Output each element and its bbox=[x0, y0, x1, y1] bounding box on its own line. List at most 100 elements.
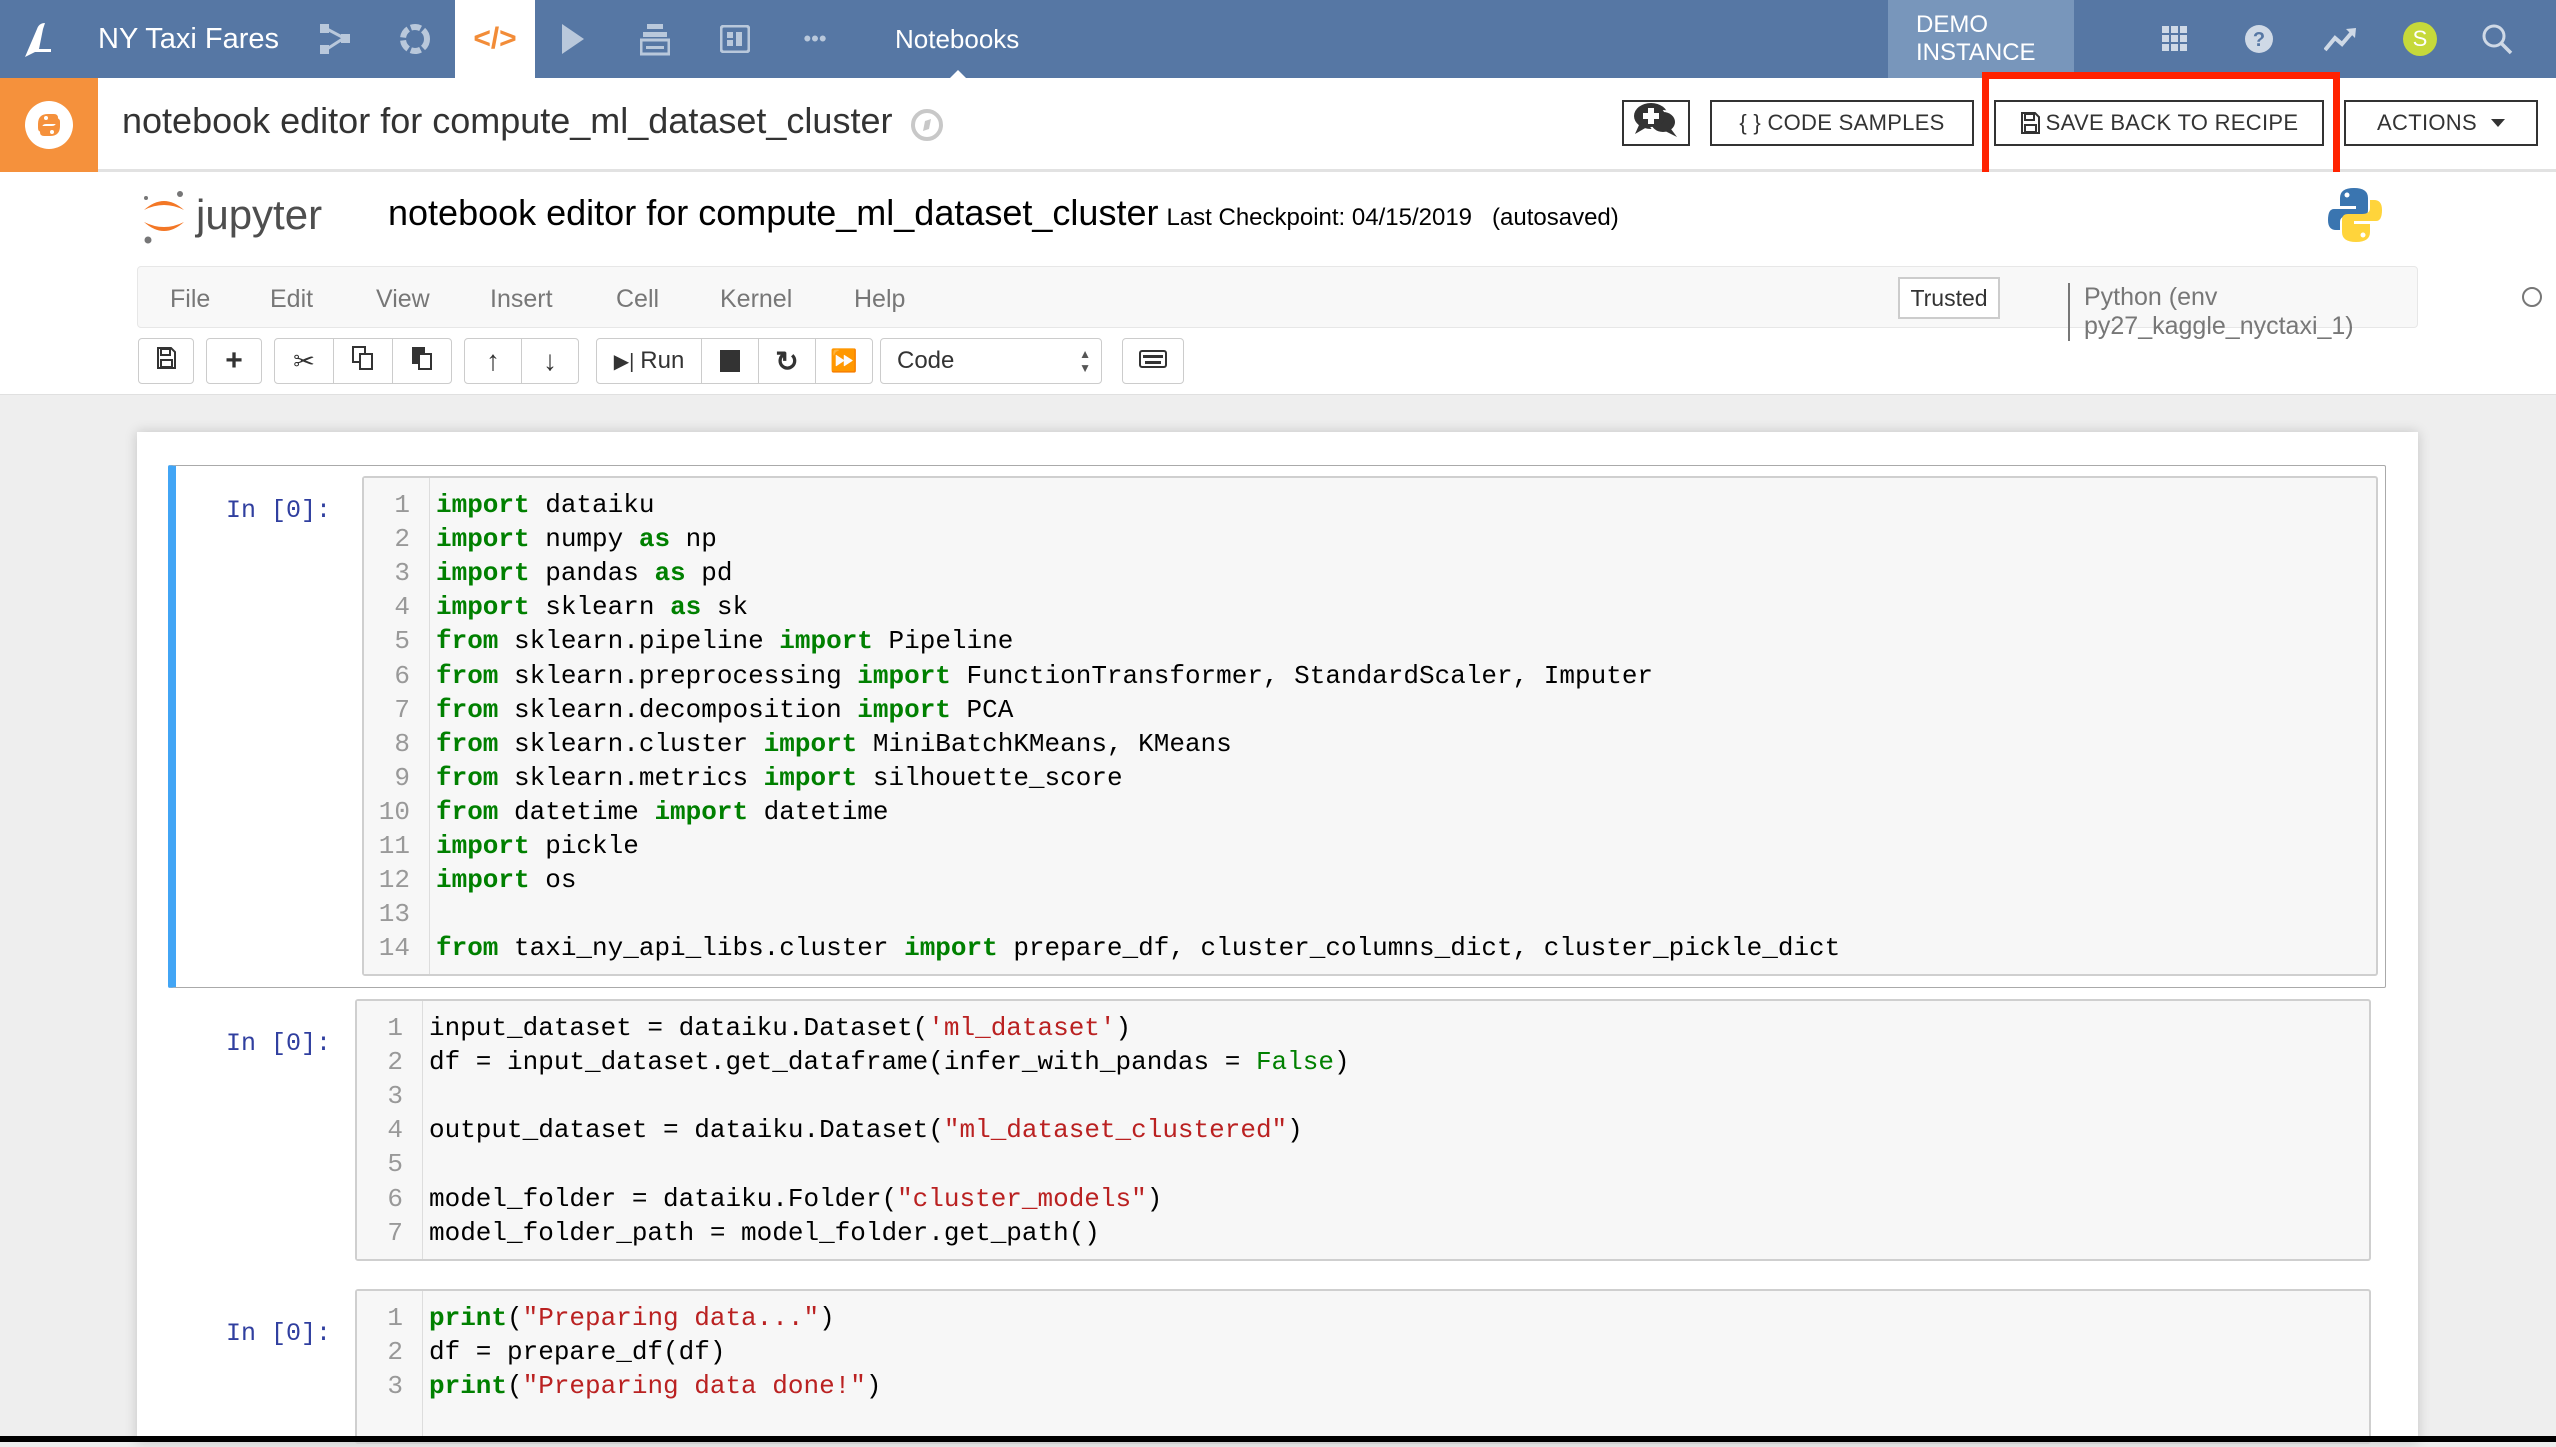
code-line[interactable]: 2 import numpy as np bbox=[364, 524, 716, 558]
code-line[interactable]: 2 df = input_dataset.get_dataframe(infer_… bbox=[357, 1047, 1350, 1081]
trusted-indicator[interactable]: Trusted bbox=[1898, 277, 2000, 319]
keyword-token: as bbox=[654, 558, 686, 589]
cell-type-select[interactable]: Code ▲ ▼ bbox=[880, 338, 1102, 384]
code-token: datetime bbox=[748, 796, 889, 827]
interrupt-button[interactable] bbox=[701, 338, 759, 384]
flow-icon[interactable] bbox=[310, 0, 360, 78]
save-notebook-button[interactable] bbox=[138, 338, 194, 384]
keyword-token: from bbox=[436, 626, 499, 657]
help-icon[interactable]: ? bbox=[2234, 0, 2284, 78]
menu-insert[interactable]: Insert bbox=[490, 285, 553, 314]
activity-icon[interactable] bbox=[2316, 0, 2366, 78]
code-cell[interactable]: In [0]: 1 input_dataset = dataiku.Dataset… bbox=[168, 997, 2386, 1267]
menu-cell[interactable]: Cell bbox=[616, 285, 659, 314]
code-line[interactable]: 13 bbox=[364, 899, 436, 933]
dashboard-icon[interactable] bbox=[710, 0, 760, 78]
line-number: 3 bbox=[387, 1371, 403, 1402]
dataiku-bird-icon[interactable] bbox=[14, 0, 64, 78]
code-line[interactable]: 4 output_dataset = dataiku.Dataset("ml_da… bbox=[357, 1115, 1302, 1149]
more-icon[interactable]: ••• bbox=[790, 0, 840, 78]
code-line[interactable]: 5 from sklearn.pipeline import Pipeline bbox=[364, 626, 1013, 660]
code-line[interactable]: 7 model_folder_path = model_folder.get_pa… bbox=[357, 1218, 1100, 1252]
cell-prompt: In [0]: bbox=[226, 1319, 332, 1348]
code-line[interactable]: 2 df = prepare_df(df) bbox=[357, 1337, 725, 1371]
svg-text:?: ? bbox=[2253, 29, 2265, 51]
move-down-button[interactable]: ↓ bbox=[521, 338, 579, 384]
line-number: 1 bbox=[394, 490, 410, 520]
run-button[interactable]: ▶| Run bbox=[596, 338, 702, 384]
cell-prompt: In [0]: bbox=[226, 496, 332, 525]
scissors-icon: ✂ bbox=[293, 345, 315, 376]
apps-grid-icon[interactable] bbox=[2150, 0, 2200, 78]
code-line[interactable]: 1 import dataiku bbox=[364, 490, 654, 524]
code-cell[interactable]: In [0]: 1 print("Preparing data...") 2 df =… bbox=[168, 1287, 2386, 1447]
save-back-to-recipe-button[interactable]: SAVE BACK TO RECIPE bbox=[1994, 100, 2324, 146]
menu-view[interactable]: View bbox=[376, 285, 430, 314]
search-icon[interactable] bbox=[2472, 0, 2522, 78]
code-line[interactable]: 11 import pickle bbox=[364, 831, 639, 865]
keyword-token: print bbox=[429, 1303, 508, 1333]
code-line[interactable]: 6 from sklearn.preprocessing import Funct… bbox=[364, 661, 1653, 695]
insert-cell-button[interactable]: + bbox=[206, 338, 262, 384]
line-number: 10 bbox=[378, 796, 410, 827]
code-icon[interactable]: </> bbox=[455, 0, 535, 78]
code-line[interactable]: 12 import os bbox=[364, 865, 577, 899]
copy-button[interactable] bbox=[333, 338, 393, 384]
notebook-name[interactable]: notebook editor for compute_ml_dataset_c… bbox=[388, 192, 1619, 234]
code-samples-button[interactable]: { } CODE SAMPLES bbox=[1710, 100, 1974, 146]
code-line[interactable]: 8 from sklearn.cluster import MiniBatchKM… bbox=[364, 728, 1231, 763]
run-all-button[interactable]: ⏩ bbox=[815, 338, 873, 384]
top-nav: NY Taxi Fares </> ••• Notebooks DEMO INS… bbox=[0, 0, 2556, 78]
kernel-name[interactable]: Python (env py27_kaggle_nyctaxi_1) bbox=[2068, 283, 2417, 341]
cell-input[interactable]: 1 print("Preparing data...") 2 df = prepare… bbox=[355, 1289, 2371, 1444]
menu-kernel[interactable]: Kernel bbox=[720, 285, 792, 314]
code-line[interactable]: 10 from datetime import datetime bbox=[364, 797, 889, 831]
move-up-button[interactable]: ↑ bbox=[464, 338, 522, 384]
cell-input[interactable]: 1 import dataiku 2 import numpy as np 3 impor… bbox=[362, 476, 2378, 976]
menu-help[interactable]: Help bbox=[854, 285, 905, 314]
run-label: Run bbox=[640, 347, 685, 374]
fast-forward-icon: ⏩ bbox=[830, 348, 858, 373]
jobs-icon[interactable] bbox=[630, 0, 680, 78]
code-line[interactable]: 3 bbox=[357, 1081, 429, 1115]
code-line[interactable]: 14 from taxi_ny_api_libs.cluster import p… bbox=[364, 933, 1840, 967]
compass-icon[interactable] bbox=[910, 108, 944, 147]
menu-edit[interactable]: Edit bbox=[270, 285, 313, 314]
code-line[interactable]: 7 from sklearn.decomposition import PCA bbox=[364, 695, 1013, 729]
lab-icon[interactable] bbox=[390, 0, 440, 78]
actions-dropdown[interactable]: ACTIONS bbox=[2344, 100, 2538, 146]
line-number: 7 bbox=[394, 694, 410, 725]
run-icon[interactable] bbox=[548, 0, 598, 78]
code-line[interactable]: 5 bbox=[357, 1149, 429, 1183]
project-name[interactable]: NY Taxi Fares bbox=[98, 0, 279, 78]
command-palette-button[interactable] bbox=[1122, 338, 1184, 384]
nav-notebooks[interactable]: Notebooks bbox=[895, 0, 1019, 78]
code-line[interactable]: 4 import sklearn as sk bbox=[364, 592, 748, 626]
code-line[interactable]: 3 import pandas as pd bbox=[364, 558, 732, 592]
line-number: 11 bbox=[378, 831, 410, 861]
code-token: output_dataset = dataiku.Dataset( bbox=[429, 1115, 944, 1146]
code-line[interactable]: 1 input_dataset = dataiku.Dataset('ml_dat… bbox=[357, 1013, 1131, 1047]
keyboard-icon bbox=[1139, 347, 1167, 375]
line-number: 9 bbox=[394, 762, 410, 793]
code-line[interactable]: 6 model_folder = dataiku.Folder("cluster_… bbox=[357, 1184, 1162, 1218]
menu-file[interactable]: File bbox=[170, 285, 210, 314]
code-token: sklearn.cluster bbox=[498, 728, 764, 759]
line-number: 3 bbox=[394, 558, 410, 589]
user-avatar[interactable]: S bbox=[2400, 0, 2440, 78]
code-line[interactable]: 3 print("Preparing data done!") bbox=[357, 1371, 881, 1405]
code-text: print("Preparing data...") bbox=[409, 1303, 835, 1337]
discussion-button[interactable] bbox=[1622, 100, 1690, 146]
code-line[interactable]: 9 from sklearn.metrics import silhouette_… bbox=[364, 762, 1122, 797]
instance-badge[interactable]: DEMO INSTANCE bbox=[1888, 0, 2074, 78]
restart-button[interactable]: ↻ bbox=[758, 338, 816, 384]
jupyter-logo[interactable]: jupyter bbox=[140, 186, 322, 244]
paste-button[interactable] bbox=[392, 338, 452, 384]
code-line[interactable]: 1 print("Preparing data...") bbox=[357, 1303, 835, 1337]
cell-input[interactable]: 1 input_dataset = dataiku.Dataset('ml_dat… bbox=[355, 999, 2371, 1261]
cut-button[interactable]: ✂ bbox=[274, 338, 334, 384]
code-cell-selected[interactable]: In [0]: 1 import dataiku 2 import numpy as … bbox=[168, 465, 2386, 988]
jupyter-logo-text: jupyter bbox=[196, 191, 323, 238]
code-token: ) bbox=[1333, 1047, 1350, 1078]
keyword-token: import bbox=[857, 694, 951, 725]
